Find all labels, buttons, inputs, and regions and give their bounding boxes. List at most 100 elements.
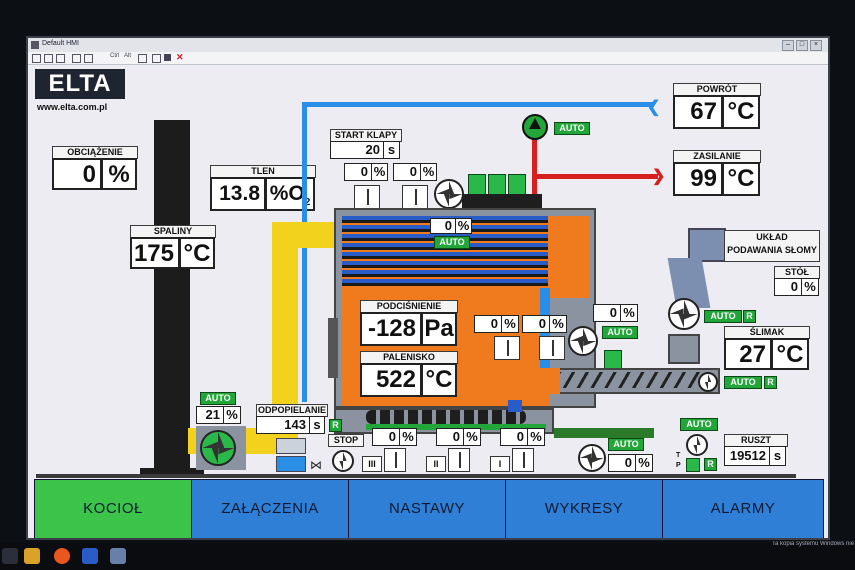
ash-valve-icon[interactable]: ⋈ <box>310 458 322 472</box>
boiler-damper-unit: % <box>455 218 472 234</box>
ruszt-t-label: T <box>676 452 681 459</box>
powrot-value: 67 <box>673 95 723 129</box>
stol-value[interactable]: 0 <box>774 278 802 296</box>
minimize-button[interactable]: – <box>782 40 794 51</box>
screw-motor-icon[interactable] <box>698 372 718 392</box>
elta-logo: ELTA <box>35 69 125 99</box>
stol-unit: % <box>801 278 819 296</box>
air-1-value[interactable]: 0 <box>474 315 502 333</box>
save-icon[interactable] <box>164 54 171 61</box>
stop-button[interactable]: STOP <box>328 434 364 447</box>
damper-2-unit: % <box>420 163 437 181</box>
start-icon[interactable] <box>2 548 18 564</box>
grate-zone-3-unit: % <box>399 428 417 446</box>
spaliny-value: 175 <box>130 237 180 269</box>
palenisko-unit: °C <box>421 363 457 397</box>
nav-alarmy[interactable]: ALARMY <box>662 479 824 538</box>
boiler-damper-value[interactable]: 0 <box>430 218 456 234</box>
tlen-unit-text: %O <box>269 182 305 205</box>
air-2-valve-icon[interactable] <box>539 336 565 360</box>
toolbar-icon[interactable] <box>32 54 41 63</box>
grate-zone-1-unit: % <box>527 428 545 446</box>
grate-zone-2-valve-icon[interactable] <box>448 448 470 472</box>
ruszt-auto-button[interactable]: AUTO <box>680 418 718 431</box>
ruszt-motor-icon[interactable] <box>686 434 708 456</box>
hmi-app-icon[interactable] <box>110 548 126 564</box>
bottom-fan-unit: % <box>635 454 653 472</box>
slimak-auto-button[interactable]: AUTO <box>724 376 762 389</box>
slimak-value: 27 <box>724 338 772 370</box>
damper-1-value[interactable]: 0 <box>344 163 372 181</box>
air-1-valve-icon[interactable] <box>494 336 520 360</box>
hmi-screen: Default HMI – □ × Ctrl Alt ✕ ELTA www.el… <box>26 36 830 540</box>
flue-fan-icon[interactable] <box>434 179 464 209</box>
alt-key-button[interactable]: Alt <box>124 53 131 59</box>
maximize-button[interactable]: □ <box>796 40 808 51</box>
bottom-fan-auto-button[interactable]: AUTO <box>608 438 644 451</box>
grate-sensor <box>508 400 522 412</box>
damper-1-valve-icon[interactable] <box>354 185 380 209</box>
return-arrow-icon: ❮ <box>647 99 661 116</box>
damper-2-valve-icon[interactable] <box>402 185 428 209</box>
nav-nastawy[interactable]: NASTAWY <box>348 479 506 538</box>
close-icon[interactable]: ✕ <box>176 52 184 63</box>
odpopielanie-value[interactable]: 143 <box>256 416 310 434</box>
toolbar-icon[interactable] <box>152 54 161 63</box>
nav-kociol[interactable]: KOCIOŁ <box>34 479 192 538</box>
bottom-fan-value[interactable]: 0 <box>608 454 636 472</box>
pump-auto-button[interactable]: AUTO <box>554 122 590 135</box>
logo-url: www.elta.com.pl <box>37 102 108 112</box>
close-button[interactable]: × <box>810 40 822 51</box>
toolbar-icon[interactable] <box>44 54 53 63</box>
nav-wykresy[interactable]: WYKRESY <box>505 479 663 538</box>
toolbar-icon[interactable] <box>138 54 147 63</box>
ash-motor-icon[interactable] <box>332 450 354 472</box>
straw-auto-button[interactable]: AUTO <box>704 310 742 323</box>
straw-r-button[interactable]: R <box>743 310 756 323</box>
fan2-value[interactable]: 0 <box>593 304 621 322</box>
ctrl-key-button[interactable]: Ctrl <box>110 53 119 59</box>
media-player-icon[interactable] <box>82 548 98 564</box>
main-fan-value[interactable]: 21 <box>196 406 224 424</box>
filter-manifold <box>462 194 542 208</box>
air-1-unit: % <box>501 315 519 333</box>
grate-zone-2-value[interactable]: 0 <box>436 428 464 446</box>
ruszt-unit: s <box>769 446 786 466</box>
secondary-fan-icon[interactable] <box>568 326 598 356</box>
air-2-value[interactable]: 0 <box>522 315 550 333</box>
uklad-line-1: UKŁAD <box>756 232 788 242</box>
ruszt-r-button[interactable]: R <box>704 458 717 471</box>
window-titlebar: Default HMI – □ × <box>28 38 828 53</box>
odpopielanie-unit: s <box>309 416 325 434</box>
ruszt-value: 19512 <box>724 446 770 466</box>
slimak-r-button[interactable]: R <box>764 376 777 389</box>
start-klapy-unit: s <box>383 141 400 159</box>
air-duct-vertical <box>272 222 298 434</box>
nav-zalaczenia[interactable]: ZAŁĄCZENIA <box>191 479 349 538</box>
grate-zone-3-value[interactable]: 0 <box>372 428 400 446</box>
podcisnienie-unit: Pa <box>421 312 457 346</box>
grate-zone-3-valve-icon[interactable] <box>384 448 406 472</box>
boiler-auto-button[interactable]: AUTO <box>434 236 470 249</box>
damper-2-value[interactable]: 0 <box>393 163 421 181</box>
fan2-auto-button[interactable]: AUTO <box>602 326 638 339</box>
toolbar-icon[interactable] <box>72 54 81 63</box>
bottom-fan-icon[interactable] <box>578 444 606 472</box>
start-klapy-value[interactable]: 20 <box>330 141 384 159</box>
file-explorer-icon[interactable] <box>24 548 40 564</box>
toolbar-icon[interactable] <box>56 54 65 63</box>
ash-conveyor <box>554 428 654 438</box>
main-fan-icon[interactable] <box>200 430 236 466</box>
firefox-icon[interactable] <box>54 548 70 564</box>
grate-zone-1-value[interactable]: 0 <box>500 428 528 446</box>
grate-zone-1-valve-icon[interactable] <box>512 448 534 472</box>
return-pipe-horizontal <box>302 102 654 107</box>
app-icon <box>31 41 39 49</box>
odpopielanie-r-button[interactable]: R <box>329 419 342 432</box>
obciazenie-value: 0 <box>52 158 102 190</box>
main-fan-unit: % <box>223 406 241 424</box>
ruszt-indicator-icon <box>686 458 700 472</box>
straw-fan-icon[interactable] <box>668 298 700 330</box>
main-fan-auto-button[interactable]: AUTO <box>200 392 236 405</box>
toolbar-icon[interactable] <box>84 54 93 63</box>
